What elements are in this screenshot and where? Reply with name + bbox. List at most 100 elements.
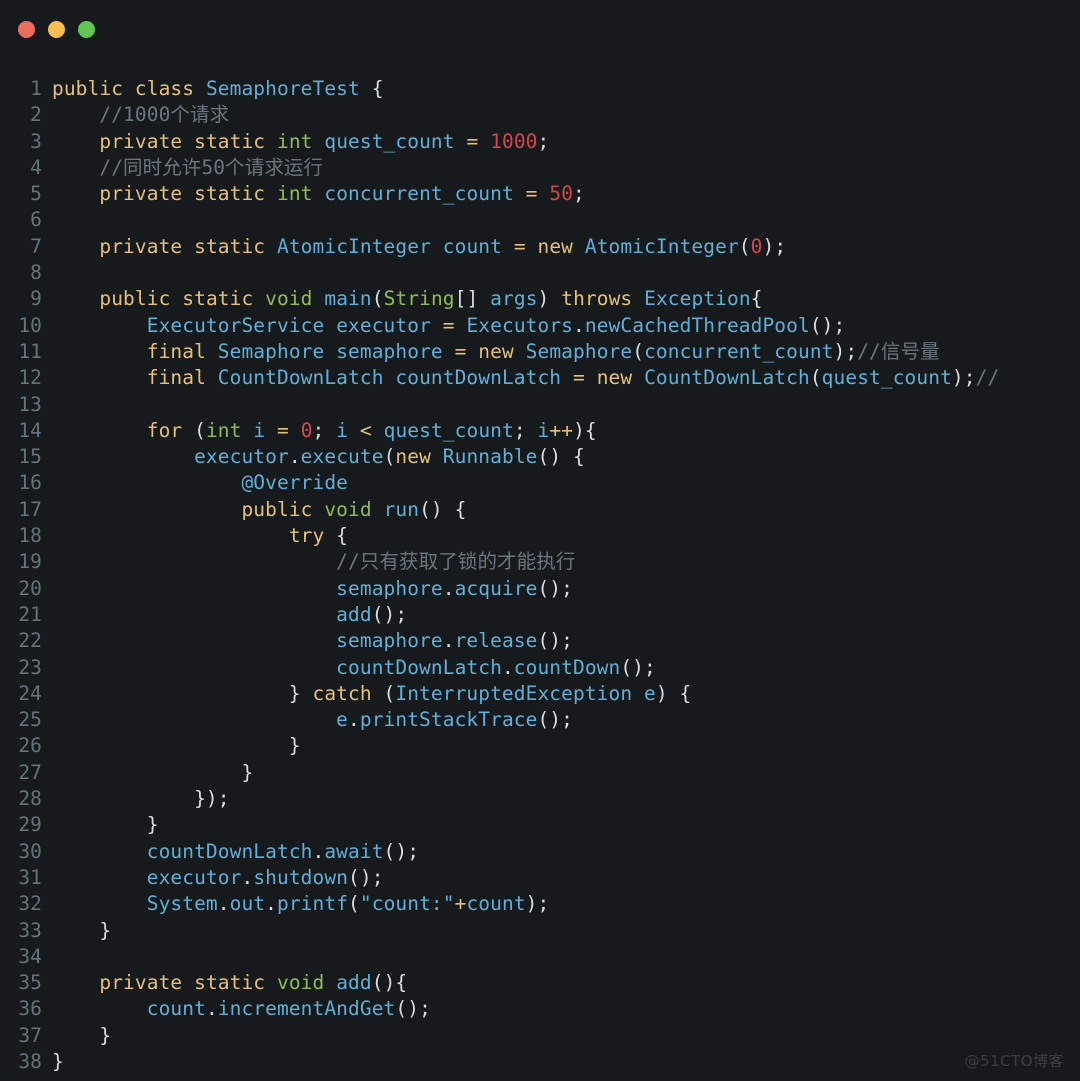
code-line: 26 } [0,733,1080,759]
line-number: 37 [18,1023,42,1047]
code-token: } [52,1023,112,1047]
code-token: (); [620,655,656,679]
code-line-text: final CountDownLatch countDownLatch = ne… [52,365,1080,391]
line-number: 11 [18,339,42,363]
code-line: 22 semaphore.release(); [0,628,1080,654]
code-token: { [324,524,349,548]
code-token: static [194,182,266,206]
code-token: //只有获取了锁的才能执行 [336,550,576,574]
code-line: 17 public void run() { [0,497,1080,523]
code-line-text: private static AtomicInteger count = new… [52,234,1080,260]
code-token: = [442,313,455,337]
code-token: (); [537,708,573,732]
line-number: 32 [18,892,42,916]
line-number: 26 [18,734,42,758]
code-token: i [537,418,550,442]
maximize-button[interactable] [78,21,95,38]
code-line: 10 ExecutorService executor = Executors.… [0,313,1080,339]
code-token: //1000个请求 [99,103,230,127]
code-token: (){ [371,971,408,995]
line-number: 21 [18,602,42,626]
code-token: quest_count [383,418,514,442]
code-token: private [99,129,183,153]
line-number: 24 [18,681,42,705]
code-line-text: } [52,760,1080,786]
line-number: 1 [30,77,42,100]
code-token: ( [383,445,396,469]
code-token: int [277,129,313,153]
code-token: { [750,287,763,311]
code-token: count [146,997,206,1021]
code-line-text: //1000个请求 [52,102,1080,128]
line-number: 23 [18,655,42,679]
code-token: private [99,971,183,995]
code-token: int [277,182,313,206]
code-editor[interactable]: 1 public class SemaphoreTest {2 //1000个请求… [0,62,1080,1075]
code-line-text: executor.execute(new Runnable() { [52,444,1080,470]
code-token: new [596,366,633,390]
line-number: 27 [18,760,42,784]
code-token: out [229,892,266,916]
code-token: shutdown [253,865,349,889]
code-token: CountDownLatch [644,366,810,390]
code-token: (); [383,839,420,863]
line-number: 34 [18,944,42,968]
code-token: i [336,418,349,442]
code-token: void [277,971,325,995]
line-number: 9 [30,287,42,311]
code-line: 24 } catch (InterruptedException e) { [0,681,1080,707]
code-token: throws [561,287,633,311]
code-token: } [52,734,301,758]
code-line-text: countDownLatch.await(); [52,839,1080,865]
code-token: await [324,839,384,863]
line-number: 31 [18,865,42,889]
code-token: (); [395,997,431,1021]
line-number: 3 [30,129,42,153]
code-token: "count:" [359,892,455,916]
code-line: 11 final Semaphore semaphore = new Semap… [0,339,1080,365]
code-token: ( [738,234,751,258]
code-token: new [537,234,574,258]
code-token: executor [194,445,289,469]
code-token: void [324,497,372,521]
line-number: 29 [18,813,42,837]
code-token: final [146,339,206,363]
code-line: 13 [0,392,1080,418]
code-token: . [312,839,325,863]
code-token: @Override [241,471,349,495]
code-token: semaphore [336,629,443,653]
code-token: ( [182,418,206,442]
code-token: semaphore [336,576,443,600]
code-token: Exception [644,287,751,311]
code-line: 25 e.printStackTrace(); [0,707,1080,733]
minimize-button[interactable] [48,21,65,38]
line-number: 20 [18,576,42,600]
code-token: InterruptedException [395,681,633,705]
code-line-text: private static int quest_count = 1000; [52,129,1080,155]
code-line: 20 semaphore.acquire(); [0,576,1080,602]
code-token: ); [525,892,550,916]
code-line-text: private static int concurrent_count = 50… [52,181,1080,207]
code-token: CountDownLatch [217,366,384,390]
code-token: ( [809,366,822,390]
close-button[interactable] [18,21,35,38]
